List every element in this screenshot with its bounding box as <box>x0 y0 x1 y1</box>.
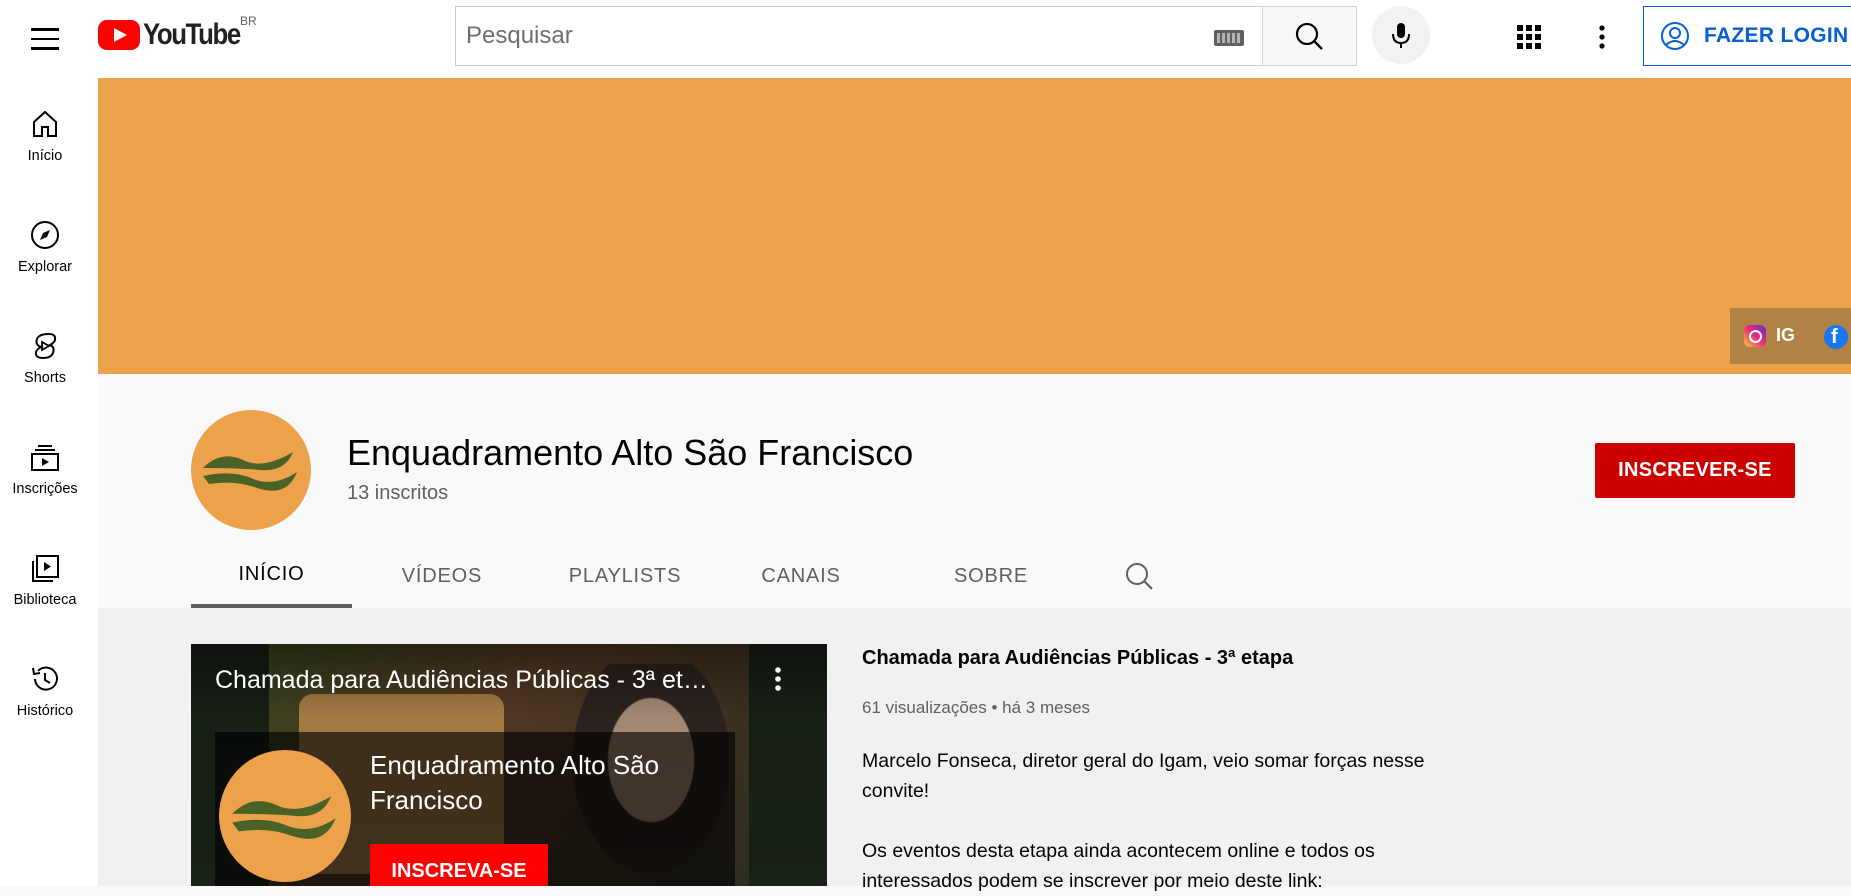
sidebar-item-biblioteca[interactable]: Biblioteca <box>0 552 90 652</box>
featured-video-meta: 61 visualizações • há 3 meses <box>862 698 1462 718</box>
sidebar-item-inicio[interactable]: Início <box>0 108 90 208</box>
sidebar-item-label: Histórico <box>16 703 74 719</box>
sidebar-item-label: Shorts <box>24 370 66 386</box>
card-channel-name[interactable]: Enquadramento Alto São Francisco <box>370 748 710 818</box>
menu-icon-bar <box>31 28 59 31</box>
channel-logo-icon <box>203 452 297 491</box>
channel-banner <box>98 78 1851 374</box>
voice-search-button[interactable] <box>1372 6 1430 64</box>
tab-sobre[interactable]: SOBRE <box>946 545 1036 608</box>
sidebar-item-historico[interactable]: Histórico <box>0 663 90 763</box>
microphone-icon <box>1392 23 1410 48</box>
tab-inicio[interactable]: INÍCIO <box>191 545 352 608</box>
region-code: BR <box>240 14 257 28</box>
featured-video-player[interactable]: Chamada para Audiências Públicas - 3ª et… <box>191 644 827 886</box>
search-input[interactable] <box>466 7 1166 65</box>
instagram-link-label[interactable]: IG <box>1776 325 1795 346</box>
sign-in-label: FAZER LOGIN <box>1704 24 1849 47</box>
sidebar-item-label: Explorar <box>18 259 72 275</box>
shorts-icon <box>34 332 57 360</box>
view-count: 61 visualizações <box>862 698 987 717</box>
apps-button[interactable] <box>1512 20 1546 54</box>
featured-video-details: Chamada para Audiências Públicas - 3ª et… <box>862 644 1462 896</box>
menu-icon-bar <box>31 47 59 50</box>
more-vert-icon <box>775 667 781 691</box>
sidebar-item-shorts[interactable]: Shorts <box>0 330 90 430</box>
account-circle-icon <box>1661 22 1689 50</box>
tab-videos[interactable]: VÍDEOS <box>382 545 502 608</box>
video-channel-card: Enquadramento Alto São Francisco INSCREV… <box>215 732 735 886</box>
upload-age: há 3 meses <box>1002 698 1091 717</box>
history-icon <box>32 666 58 691</box>
sidebar-item-label: Biblioteca <box>13 592 77 608</box>
sidebar-item-inscricoes[interactable]: Inscrições <box>0 441 90 541</box>
featured-video-description: Marcelo Fonseca, diretor geral do Igam, … <box>862 750 1425 802</box>
featured-video-description-2: Os eventos desta etapa ainda acontecem o… <box>862 840 1375 892</box>
guide-sidebar: Início Explorar Shorts Inscrições Biblio… <box>0 78 98 886</box>
settings-more-button[interactable] <box>1585 20 1619 54</box>
search-box <box>455 6 1262 66</box>
tab-playlists[interactable]: PLAYLISTS <box>555 545 695 608</box>
subscriber-count: 13 inscritos <box>347 482 449 504</box>
guide-menu-button[interactable] <box>26 20 64 58</box>
sidebar-item-explorar[interactable]: Explorar <box>0 219 90 319</box>
search-icon <box>1295 22 1323 50</box>
compass-icon <box>31 221 59 249</box>
featured-video-title[interactable]: Chamada para Audiências Públicas - 3ª et… <box>862 647 1462 670</box>
channel-avatar <box>191 410 311 530</box>
video-more-button[interactable] <box>763 662 793 696</box>
youtube-logo[interactable]: YouTube <box>98 18 256 52</box>
search-button[interactable] <box>1262 6 1357 66</box>
apps-grid-icon <box>1517 25 1541 49</box>
meta-separator: • <box>991 698 1003 717</box>
video-overlay-title[interactable]: Chamada para Audiências Públicas - 3ª et… <box>215 666 755 695</box>
card-channel-avatar[interactable] <box>219 750 351 882</box>
sign-in-button[interactable]: FAZER LOGIN <box>1643 6 1851 66</box>
home-icon <box>33 110 57 137</box>
card-subscribe-button[interactable]: INSCREVA-SE <box>370 844 548 886</box>
channel-name: Enquadramento Alto São Francisco <box>347 432 914 473</box>
channel-search-button[interactable] <box>1120 557 1160 597</box>
masthead: YouTube BR Pesquisar FAZER LOGIN <box>0 0 1851 78</box>
menu-icon-bar <box>31 37 59 41</box>
youtube-play-icon <box>98 20 140 50</box>
subscribe-button[interactable]: INSCREVER-SE <box>1595 443 1795 498</box>
facebook-icon[interactable] <box>1824 325 1848 349</box>
logo-text: YouTube <box>143 18 241 51</box>
banner-links: IG <box>1730 308 1851 364</box>
library-icon <box>32 555 59 582</box>
subscriptions-icon <box>31 445 59 471</box>
channel-logo-icon <box>232 796 336 839</box>
tab-canais[interactable]: CANAIS <box>751 545 851 608</box>
more-vert-icon <box>1599 25 1605 49</box>
instagram-icon[interactable] <box>1744 325 1766 347</box>
sidebar-item-label: Início <box>27 148 63 164</box>
search-icon <box>1126 563 1153 590</box>
sidebar-item-label: Inscrições <box>12 481 78 497</box>
keyboard-icon[interactable] <box>1214 30 1244 46</box>
